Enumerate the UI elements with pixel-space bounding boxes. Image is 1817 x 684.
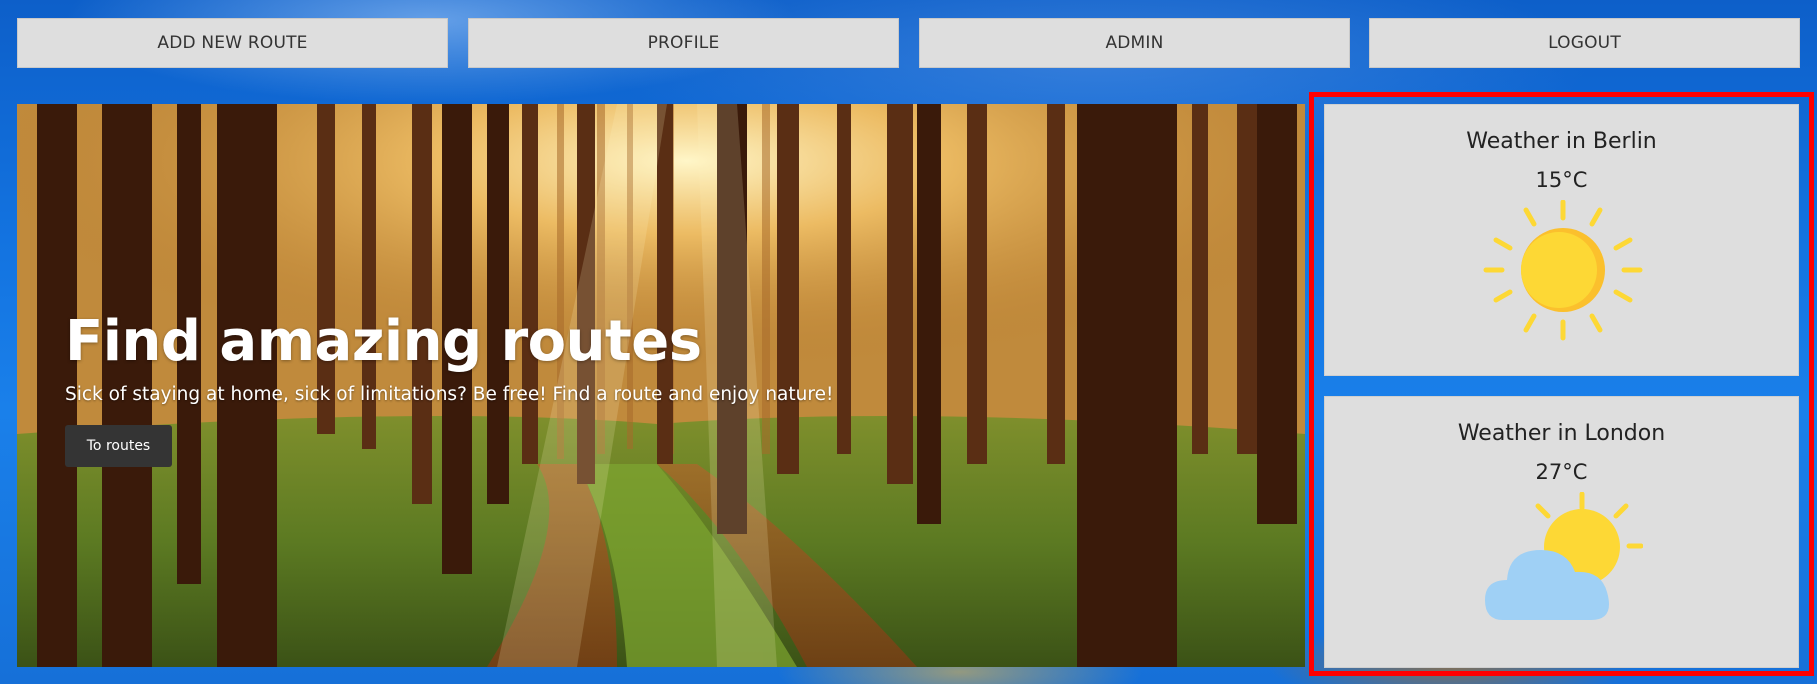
profile-button[interactable]: PROFILE: [468, 18, 899, 68]
hero-title: Find amazing routes: [65, 309, 702, 374]
weather-card-temperature: 15°C: [1535, 168, 1588, 192]
logout-button[interactable]: LOGOUT: [1369, 18, 1800, 68]
hero-banner: Find amazing routes Sick of staying at h…: [17, 104, 1305, 667]
to-routes-button[interactable]: To routes: [65, 425, 172, 467]
hero-subtitle: Sick of staying at home, sick of limitat…: [65, 384, 834, 405]
add-new-route-button[interactable]: ADD NEW ROUTE: [17, 18, 448, 68]
weather-card-temperature: 27°C: [1535, 460, 1588, 484]
partly-cloudy-icon: [1485, 492, 1643, 620]
weather-card-title: Weather in Berlin: [1466, 129, 1657, 154]
sun-icon: [1483, 200, 1643, 341]
admin-button[interactable]: ADMIN: [919, 18, 1350, 68]
weather-card-title: Weather in London: [1457, 421, 1666, 446]
top-nav: ADD NEW ROUTE PROFILE ADMIN LOGOUT: [0, 0, 1817, 90]
weather-card-london: Weather in London 27°C: [1324, 396, 1799, 668]
weather-card-berlin: Weather in Berlin 15°C: [1324, 104, 1799, 376]
